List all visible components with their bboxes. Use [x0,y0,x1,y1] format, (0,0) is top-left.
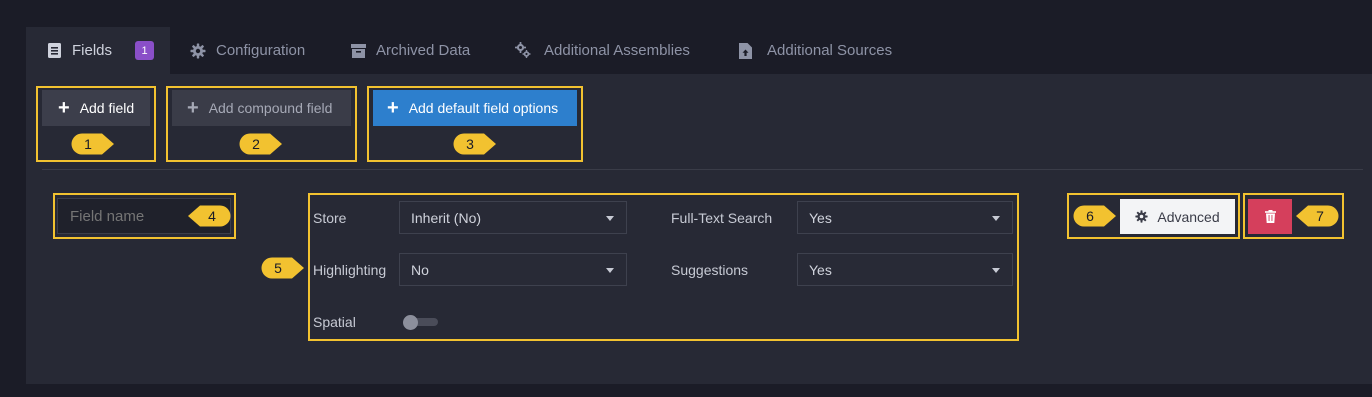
tab-label: Fields [72,42,113,59]
store-select[interactable]: Inherit (No) [399,201,627,234]
suggestions-select[interactable]: Yes [797,253,1013,286]
tab-archived-data[interactable]: Archived Data [350,27,470,74]
callout-marker: 1 [71,133,114,155]
archive-icon [350,43,366,59]
button-label: Advanced [1157,208,1220,225]
chevron-down-icon [992,268,1000,273]
callout-marker: 4 [188,205,231,227]
add-compound-field-button[interactable]: + Add compound field [172,90,351,126]
callout-marker: 3 [453,133,496,155]
tab-configuration[interactable]: Configuration [190,27,305,74]
tab-additional-sources[interactable]: Additional Sources [737,27,892,74]
callout-number: 2 [252,136,260,152]
tab-label: Additional Assemblies [544,42,690,59]
tab-fields[interactable]: Fields 1 [26,27,170,74]
delete-field-button[interactable] [1248,199,1292,234]
callout-number: 1 [84,136,92,152]
tab-additional-assemblies[interactable]: Additional Assemblies [515,27,690,74]
fulltext-search-value: Yes [809,209,832,226]
file-upload-icon [737,42,753,59]
button-label: Add compound field [208,100,333,116]
tab-label: Additional Sources [767,42,893,59]
store-value: Inherit (No) [411,209,482,226]
gears-icon [515,42,531,59]
button-label: Add field [79,100,135,116]
callout-number: 6 [1086,208,1094,224]
add-default-field-options-button[interactable]: + Add default field options [373,90,577,126]
count-badge: 1 [135,41,155,60]
trash-icon [1264,210,1276,223]
plus-icon: + [58,97,70,119]
fulltext-search-select[interactable]: Yes [797,201,1013,234]
chevron-down-icon [606,216,614,221]
tab-bar: Fields 1 Configuration Archived Data Add… [26,27,1372,74]
callout-marker: 6 [1073,205,1116,227]
callout-marker: 5 [261,257,304,279]
suggestions-value: Yes [809,261,832,278]
callout-marker: 7 [1296,205,1339,227]
tab-label: Configuration [216,42,306,59]
highlighting-label: Highlighting [313,262,387,278]
callout-marker: 2 [239,133,282,155]
toggle-knob [403,315,418,330]
highlighting-select[interactable]: No [399,253,627,286]
callout-number: 4 [208,208,216,224]
spatial-label: Spatial [313,314,356,330]
tab-label: Archived Data [376,42,471,59]
advanced-button[interactable]: Advanced [1120,199,1235,234]
chevron-down-icon [992,216,1000,221]
chevron-down-icon [606,268,614,273]
plus-icon: + [187,97,199,119]
fulltext-search-label: Full-Text Search [671,210,773,226]
gear-icon [1135,210,1148,223]
divider [42,169,1363,170]
button-label: Add default field options [408,100,559,116]
spatial-toggle[interactable] [403,315,438,330]
callout-number: 3 [466,136,474,152]
callout-number: 7 [1316,208,1324,224]
gear-icon [190,43,206,59]
list-icon [46,43,62,59]
suggestions-label: Suggestions [671,262,749,278]
plus-icon: + [387,97,399,119]
store-label: Store [313,210,347,226]
add-field-button[interactable]: + Add field [42,90,150,126]
callout-number: 5 [274,260,282,276]
highlighting-value: No [411,261,429,278]
